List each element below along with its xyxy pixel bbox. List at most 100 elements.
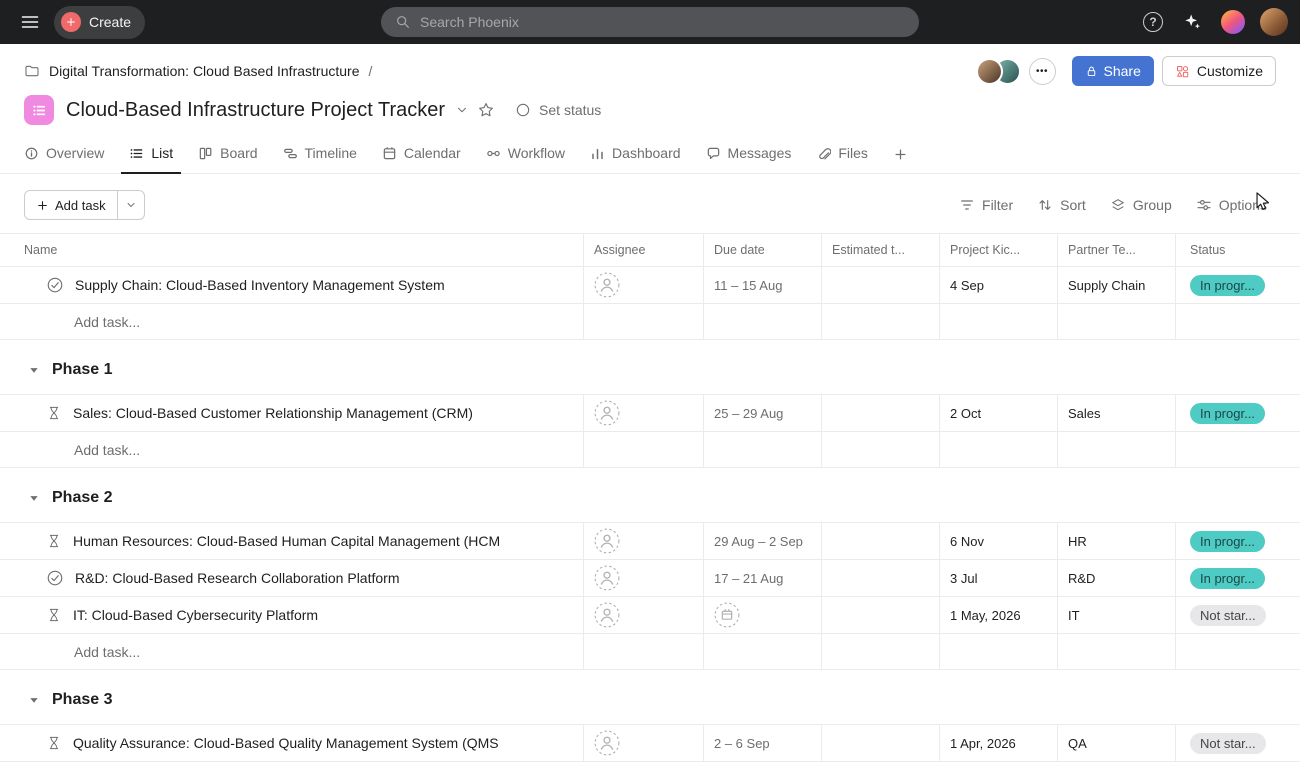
- task-name[interactable]: IT: Cloud-Based Cybersecurity Platform: [73, 607, 318, 623]
- table-row[interactable]: Supply Chain: Cloud-Based Inventory Mana…: [0, 267, 1300, 304]
- calendar-placeholder-icon[interactable]: [714, 602, 740, 628]
- task-name-cell[interactable]: Supply Chain: Cloud-Based Inventory Mana…: [0, 267, 584, 303]
- task-name-cell[interactable]: R&D: Cloud-Based Research Collaboration …: [0, 560, 584, 596]
- search-input[interactable]: [420, 14, 905, 30]
- due-date-cell[interactable]: 29 Aug – 2 Sep: [704, 523, 822, 559]
- member-avatar-1[interactable]: [976, 58, 1003, 85]
- column-header-project-kickoff[interactable]: Project Kic...: [940, 234, 1058, 266]
- task-name-cell[interactable]: Human Resources: Cloud-Based Human Capit…: [0, 523, 584, 559]
- estimated-cell[interactable]: [822, 597, 940, 633]
- favorite-star-button[interactable]: [477, 101, 495, 119]
- task-name[interactable]: Sales: Cloud-Based Customer Relationship…: [73, 405, 473, 421]
- status-badge[interactable]: In progr...: [1190, 568, 1265, 589]
- estimated-cell[interactable]: [822, 560, 940, 596]
- column-header-status[interactable]: Status: [1176, 234, 1300, 266]
- share-button[interactable]: Share: [1072, 56, 1154, 86]
- due-date-cell[interactable]: 25 – 29 Aug: [704, 395, 822, 431]
- sort-button[interactable]: Sort: [1028, 192, 1095, 218]
- status-cell[interactable]: Not star...: [1176, 597, 1300, 633]
- add-task-button[interactable]: Add task: [25, 191, 117, 219]
- tab-workflow[interactable]: Workflow: [478, 136, 573, 174]
- section-collapse-caret[interactable]: [27, 363, 41, 377]
- ai-sparkle-button[interactable]: [1178, 8, 1206, 36]
- task-name[interactable]: Quality Assurance: Cloud-Based Quality M…: [73, 735, 499, 751]
- due-date-cell[interactable]: 17 – 21 Aug: [704, 560, 822, 596]
- add-task-inline[interactable]: Add task...: [0, 432, 584, 467]
- task-name-cell[interactable]: IT: Cloud-Based Cybersecurity Platform: [0, 597, 584, 633]
- assignee-cell[interactable]: [584, 725, 704, 761]
- task-name[interactable]: Human Resources: Cloud-Based Human Capit…: [73, 533, 500, 549]
- hourglass-icon[interactable]: [46, 533, 62, 549]
- tab-overview[interactable]: Overview: [16, 136, 112, 174]
- sidebar-toggle-button[interactable]: [12, 4, 48, 40]
- breadcrumb[interactable]: Digital Transformation: Cloud Based Infr…: [24, 63, 359, 79]
- partner-team-cell[interactable]: R&D: [1058, 560, 1176, 596]
- section-collapse-caret[interactable]: [27, 693, 41, 707]
- check-circle-icon[interactable]: [46, 569, 64, 587]
- section-title[interactable]: Phase 1: [52, 361, 112, 379]
- section-title[interactable]: Phase 3: [52, 691, 112, 709]
- assignee-placeholder-icon[interactable]: [594, 400, 620, 426]
- project-kickoff-cell[interactable]: 4 Sep: [940, 267, 1058, 303]
- task-name-cell[interactable]: Sales: Cloud-Based Customer Relationship…: [0, 395, 584, 431]
- task-name-cell[interactable]: Quality Assurance: Cloud-Based Quality M…: [0, 725, 584, 761]
- project-kickoff-cell[interactable]: 1 Apr, 2026: [940, 725, 1058, 761]
- status-badge[interactable]: Not star...: [1190, 605, 1266, 626]
- assignee-placeholder-icon[interactable]: [594, 528, 620, 554]
- create-button[interactable]: Create: [54, 6, 145, 39]
- estimated-cell[interactable]: [822, 267, 940, 303]
- customize-button[interactable]: Customize: [1162, 56, 1276, 86]
- tab-calendar[interactable]: Calendar: [374, 136, 469, 174]
- hourglass-icon[interactable]: [46, 735, 62, 751]
- project-icon[interactable]: [24, 95, 54, 125]
- status-badge[interactable]: In progr...: [1190, 403, 1265, 424]
- search-bar[interactable]: [381, 7, 919, 37]
- partner-team-cell[interactable]: HR: [1058, 523, 1176, 559]
- hourglass-icon[interactable]: [46, 405, 62, 421]
- partner-team-cell[interactable]: Sales: [1058, 395, 1176, 431]
- section-title[interactable]: Phase 2: [52, 489, 112, 507]
- project-kickoff-cell[interactable]: 1 May, 2026: [940, 597, 1058, 633]
- add-tab-button[interactable]: [885, 138, 916, 173]
- task-name[interactable]: R&D: Cloud-Based Research Collaboration …: [75, 570, 399, 586]
- add-task-inline[interactable]: Add task...: [0, 634, 584, 669]
- table-row[interactable]: Sales: Cloud-Based Customer Relationship…: [0, 395, 1300, 432]
- tab-messages[interactable]: Messages: [698, 136, 800, 174]
- tab-list[interactable]: List: [121, 136, 181, 174]
- due-date-cell[interactable]: 11 – 15 Aug: [704, 267, 822, 303]
- add-task-inline[interactable]: Add task...: [0, 304, 584, 339]
- status-badge[interactable]: In progr...: [1190, 275, 1265, 296]
- status-cell[interactable]: In progr...: [1176, 560, 1300, 596]
- tab-files[interactable]: Files: [808, 136, 876, 174]
- group-button[interactable]: Group: [1101, 192, 1181, 218]
- upgrade-gradient-icon[interactable]: [1221, 10, 1245, 34]
- filter-button[interactable]: Filter: [950, 192, 1022, 218]
- table-row[interactable]: R&D: Cloud-Based Research Collaboration …: [0, 560, 1300, 597]
- user-avatar[interactable]: [1260, 8, 1288, 36]
- partner-team-cell[interactable]: Supply Chain: [1058, 267, 1176, 303]
- assignee-placeholder-icon[interactable]: [594, 730, 620, 756]
- estimated-cell[interactable]: [822, 395, 940, 431]
- more-members-button[interactable]: •••: [1029, 58, 1056, 85]
- status-cell[interactable]: In progr...: [1176, 523, 1300, 559]
- table-row[interactable]: Quality Assurance: Cloud-Based Quality M…: [0, 725, 1300, 762]
- due-date-cell[interactable]: [704, 597, 822, 633]
- table-row[interactable]: Human Resources: Cloud-Based Human Capit…: [0, 523, 1300, 560]
- column-header-estimated[interactable]: Estimated t...: [822, 234, 940, 266]
- assignee-cell[interactable]: [584, 395, 704, 431]
- estimated-cell[interactable]: [822, 725, 940, 761]
- tab-timeline[interactable]: Timeline: [275, 136, 365, 174]
- assignee-placeholder-icon[interactable]: [594, 272, 620, 298]
- status-cell[interactable]: Not star...: [1176, 725, 1300, 761]
- title-chevron-button[interactable]: [455, 103, 469, 117]
- table-row[interactable]: IT: Cloud-Based Cybersecurity Platform 1…: [0, 597, 1300, 634]
- assignee-cell[interactable]: [584, 523, 704, 559]
- tab-board[interactable]: Board: [190, 136, 265, 174]
- task-name[interactable]: Supply Chain: Cloud-Based Inventory Mana…: [75, 277, 445, 293]
- due-date-cell[interactable]: 2 – 6 Sep: [704, 725, 822, 761]
- status-badge[interactable]: Not star...: [1190, 733, 1266, 754]
- project-kickoff-cell[interactable]: 2 Oct: [940, 395, 1058, 431]
- status-cell[interactable]: In progr...: [1176, 267, 1300, 303]
- add-task-caret-button[interactable]: [117, 191, 144, 219]
- column-header-due-date[interactable]: Due date: [704, 234, 822, 266]
